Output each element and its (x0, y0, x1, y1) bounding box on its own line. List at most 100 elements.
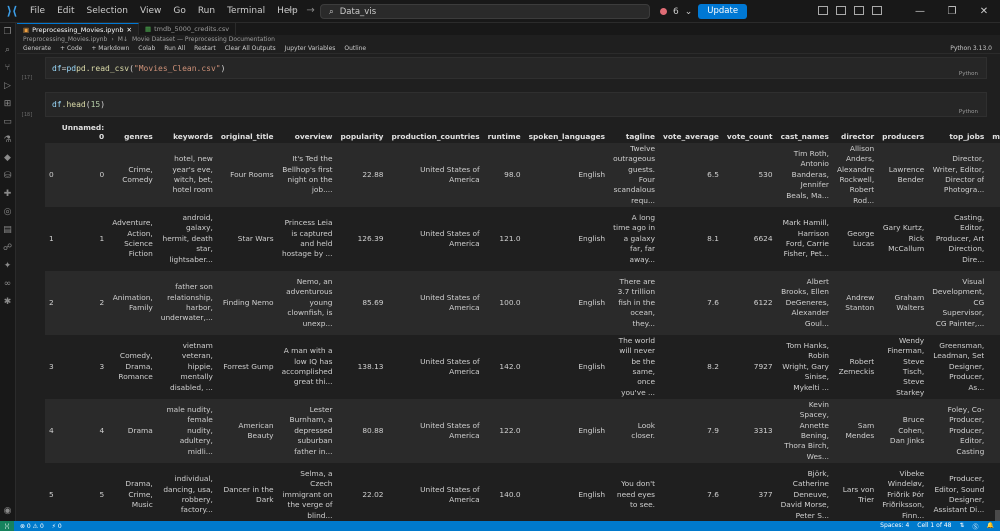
table-cell: 80.88 (336, 399, 388, 463)
indentation-indicator[interactable]: Spaces: 4 (880, 522, 909, 531)
menu-view[interactable]: View (134, 0, 167, 23)
run-all-button[interactable]: Run All (164, 45, 185, 52)
remote-indicator-icon[interactable]: ⟩⟨ (0, 521, 14, 531)
maximize-icon[interactable]: ❐ (936, 0, 968, 23)
ports-indicator[interactable]: ⚡ 0 (52, 523, 62, 530)
remote-explorer-icon[interactable]: ▭ (2, 116, 14, 128)
code-cell[interactable]: df=pdpd.read_csv("Movies_Clean.csv") Pyt… (45, 57, 987, 79)
cell-language[interactable]: Python (959, 71, 978, 77)
menu-edit[interactable]: Edit (51, 0, 80, 23)
table-cell: 138.13 (336, 335, 388, 399)
cell-text: vietnam veteran, hippie, mentally disabl… (170, 340, 213, 392)
search-icon[interactable]: ⌕ (2, 44, 14, 56)
minimize-icon[interactable]: — (904, 0, 936, 23)
close-tab-icon[interactable]: ✕ (126, 26, 131, 34)
menu-go[interactable]: Go (167, 0, 191, 23)
problems-indicator[interactable]: ⊗ 0 ⚠ 0 (20, 523, 44, 530)
command-center-search[interactable]: ⌕ Data_vis (320, 4, 650, 19)
vertical-scrollbar[interactable] (995, 510, 1000, 521)
table-cell: Drama, Crime, Music (108, 463, 157, 521)
close-icon[interactable]: ✕ (968, 0, 1000, 23)
outline-button[interactable]: Outline (344, 45, 366, 52)
table-cell: Selma, a Czech immigrant on the verge of… (277, 463, 337, 521)
table-cell: 2 (57, 271, 109, 335)
cell-text: Vibeke Windeløv, Friðrik Þór Friðriksson… (882, 468, 925, 520)
settings-sync-icon[interactable]: ✱ (2, 296, 14, 308)
table-cell: 4 (57, 399, 109, 463)
bell-icon[interactable]: 🔔 (987, 522, 994, 531)
notification-count[interactable]: 6 (673, 7, 679, 17)
cell-text: 100.0 (499, 297, 521, 307)
column-header: keywords (173, 132, 213, 141)
git-graph-icon[interactable]: ☍ (2, 242, 14, 254)
python-icon[interactable]: ✚ (2, 188, 14, 200)
column-header: original_title (220, 132, 274, 141)
table-cell: A man with a low IQ has accomplished gre… (277, 335, 337, 399)
table-cell: Foley, Co-Producer, Producer, Editor, Ca… (928, 399, 989, 463)
menu-file[interactable]: File (24, 0, 51, 23)
back-arrow-icon[interactable]: ← (288, 5, 296, 16)
cell-text: hotel, new year's eve, witch, bet, hotel… (172, 154, 213, 195)
table-cell: Bruce Cohen, Dan Jinks (878, 399, 929, 463)
kernel-selector[interactable]: Python 3.13.0 (950, 45, 992, 52)
cell-text: 1 (49, 233, 54, 243)
chevron-down-icon[interactable]: ⌄ (685, 7, 693, 17)
customize-layout-icon[interactable] (872, 6, 882, 15)
accounts-status-icon[interactable]: Ⓢ (973, 522, 979, 531)
breadcrumb-markdown[interactable]: M↓ (118, 36, 128, 43)
clear-outputs-button[interactable]: Clear All Outputs (225, 45, 276, 52)
cell-text: Allison Anders, Alexandre Rockwell, Robe… (836, 143, 875, 205)
notebook-icon[interactable]: ▤ (2, 224, 14, 236)
generate-button[interactable]: Generate (23, 45, 51, 52)
extensions-icon[interactable]: ⊞ (2, 98, 14, 110)
cell-text: 142.0 (499, 361, 521, 371)
table-cell: Sam Mendes (832, 399, 879, 463)
cell-language[interactable]: Python (959, 109, 978, 115)
forward-arrow-icon[interactable]: → (306, 5, 314, 16)
menu-selection[interactable]: Selection (81, 0, 134, 23)
toggle-sidebar-icon[interactable] (818, 6, 828, 15)
jupyter-icon[interactable]: ◎ (2, 206, 14, 218)
column-header: tagline (625, 132, 656, 141)
tab-preprocessing-notebook[interactable]: ▣ Preprocessing_Movies.ipynb ✕ (17, 23, 139, 35)
cell-text: English (578, 489, 606, 499)
column-header: director (841, 132, 875, 141)
cell-text: Andrew Stanton (845, 292, 875, 312)
colab-button[interactable]: Colab (138, 45, 155, 52)
table-cell: 6.5 (659, 143, 723, 207)
run-debug-icon[interactable]: ▷ (2, 80, 14, 92)
testing-icon[interactable]: ⚗ (2, 134, 14, 146)
tab-credits-csv[interactable]: ▦ tmdb_5000_credits.csv (139, 23, 237, 35)
update-button[interactable]: Update (698, 4, 748, 19)
table-cell: Finding Nemo (216, 271, 278, 335)
table-cell: 1 (45, 207, 58, 271)
database-icon[interactable]: ⛁ (2, 170, 14, 182)
menu-terminal[interactable]: Terminal (221, 0, 271, 23)
add-markdown-button[interactable]: + Markdown (91, 45, 129, 52)
explorer-icon[interactable]: ❐ (2, 26, 14, 38)
jupyter-variables-button[interactable]: Jupyter Variables (285, 45, 336, 52)
table-cell: 121.0 (483, 207, 525, 271)
cell-position-indicator[interactable]: Cell 1 of 48 (917, 522, 951, 531)
table-cell: Wendy Finerman, Steve Tisch, Steve Stark… (878, 335, 929, 399)
menu-bar: File Edit Selection View Go Run Terminal… (24, 0, 304, 23)
extension-sidebar-icon[interactable]: ✦ (2, 260, 14, 272)
accounts-icon[interactable]: ◉ (2, 505, 14, 517)
add-code-button[interactable]: + Code (60, 45, 82, 52)
source-control-icon[interactable]: ⑂ (2, 62, 14, 74)
menu-run[interactable]: Run (192, 0, 221, 23)
table-cell: Vibeke Windeløv, Friðrik Þór Friðriksson… (878, 463, 929, 521)
cell-text: Animation, Family (112, 292, 153, 312)
code-cell[interactable]: df.head(15) Python (45, 92, 987, 117)
docker-icon[interactable]: ◆ (2, 152, 14, 164)
breadcrumb-file[interactable]: Preprocessing_Movies.ipynb (23, 36, 107, 43)
cell-text: Kevin Spacey, Annette Bening, Thora Birc… (784, 399, 829, 461)
toggle-panel-icon[interactable] (836, 6, 846, 15)
breadcrumb-heading[interactable]: Movie Dataset — Preprocessing Documentat… (132, 36, 275, 43)
copilot-status-icon[interactable] (660, 8, 667, 15)
cell-text: 4 (49, 425, 54, 435)
restart-button[interactable]: Restart (194, 45, 216, 52)
toggle-secondary-sidebar-icon[interactable] (854, 6, 864, 15)
sync-icon[interactable]: ⇅ (959, 522, 964, 531)
copilot-icon[interactable]: ∞ (2, 278, 14, 290)
